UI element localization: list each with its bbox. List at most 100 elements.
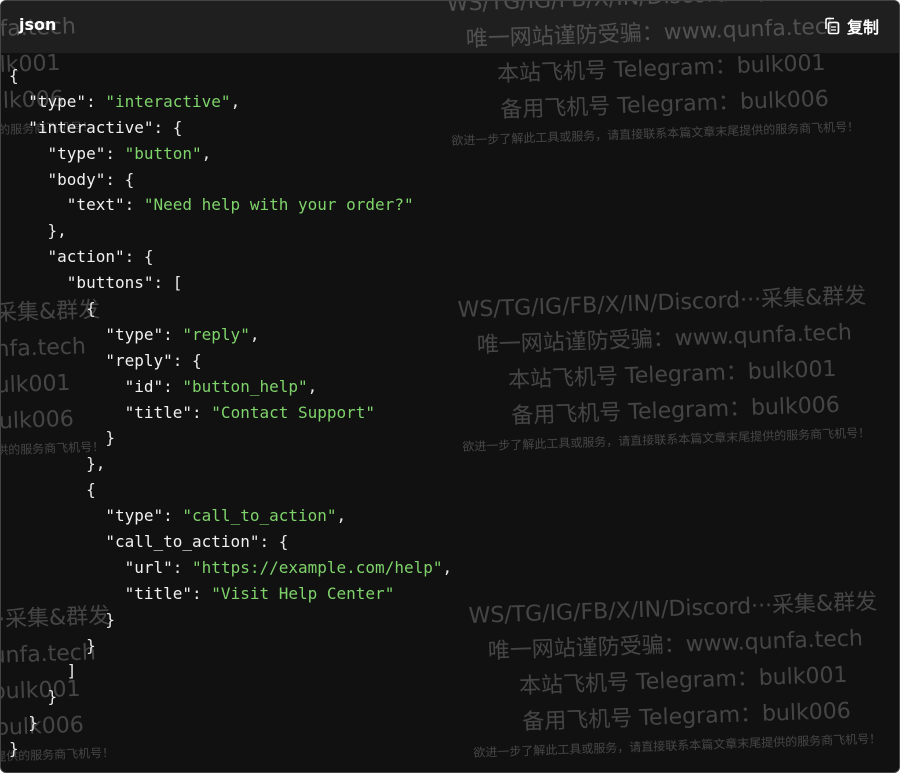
json-key: "title" [124,583,193,603]
watermark-line: 唯一网站谨防受骗：www.qunfa.tech [476,320,853,359]
copy-button[interactable]: 复制 [823,14,879,38]
code-line: } [9,633,452,659]
json-punctuation [9,506,105,525]
code-line: "action": { [9,244,452,270]
code-line: } [9,736,452,762]
code-line: ] [9,658,452,684]
json-key: "body" [47,169,106,189]
code-line: "type": "button", [9,141,452,167]
code-line: "type": "call_to_action", [9,503,452,529]
json-punctuation: : [105,143,125,163]
code-line: } [9,607,452,633]
json-code: { "type": "interactive", "interactive": … [9,63,452,762]
code-line: } [9,684,452,710]
code-line: "title": "Visit Help Center" [9,581,452,607]
json-string: "Visit Help Center" [211,583,395,603]
json-punctuation [9,118,28,137]
code-line: "buttons": [ [9,270,452,296]
json-punctuation [9,325,105,344]
json-punctuation: : { [172,350,202,370]
json-punctuation: } [9,687,58,707]
json-string: "call_to_action" [182,506,337,526]
code-line: }, [9,451,452,477]
json-key: "type" [105,324,164,344]
code-line: "call_to_action": { [9,529,452,555]
json-key: "type" [28,91,87,111]
code-line: { [9,477,452,503]
json-punctuation: : [ [153,273,183,293]
json-key: "action" [47,247,125,267]
json-punctuation: } [9,713,38,733]
code-block: json 复制 WS/TG/IG/FB/X/IN/Discord···采集&群发… [0,0,900,773]
watermark-line: 备用飞机号 Telegram：bulk006 [521,698,852,736]
copy-icon [823,17,841,35]
json-punctuation: ] [9,661,77,681]
watermark-line: WS/TG/IG/FB/X/IN/Discord···采集&群发 [457,283,867,323]
json-punctuation [9,144,48,163]
json-punctuation [9,532,105,551]
watermark-line: 备用飞机号 Telegram：bulk006 [499,86,830,124]
json-punctuation: : { [105,169,135,189]
json-punctuation: , [336,506,347,526]
json-punctuation [9,92,28,111]
json-punctuation [9,247,48,266]
json-punctuation: , [307,376,318,396]
watermark-line: 备用飞机号 Telegram：bulk006 [510,392,841,430]
json-key: "url" [124,557,173,577]
code-line: } [9,425,452,451]
json-punctuation: }, [9,454,106,474]
json-punctuation: , [249,324,260,344]
code-line: { [9,63,452,89]
json-punctuation: : { [153,117,183,137]
json-string: "button_help" [182,376,308,396]
code-line: { [9,296,452,322]
json-punctuation: : [172,557,193,577]
json-key: "title" [124,402,193,422]
json-string: "Need help with your order?" [143,195,414,215]
json-key: "id" [124,376,164,396]
watermark-line: 欲进一步了解此工具或服务，请直接联系本篇文章末尾提供的服务商飞机号！ [473,731,882,760]
language-label: json [19,15,57,34]
code-line: "url": "https://example.com/help", [9,555,453,581]
json-punctuation [9,273,67,292]
json-punctuation [9,403,125,422]
json-string: "Contact Support" [211,402,376,422]
watermark-line: 欲进一步了解此工具或服务，请直接联系本篇文章末尾提供的服务商飞机号！ [451,119,860,148]
json-punctuation: }, [9,221,67,241]
json-key: "reply" [105,350,173,370]
code-line: "title": "Contact Support" [9,400,452,426]
code-line: "reply": { [9,348,452,374]
json-punctuation: { [9,66,19,85]
json-punctuation: : { [124,247,154,267]
json-key: "type" [47,143,106,163]
json-punctuation: , [230,91,241,111]
watermark-line: 唯一网站谨防受骗：www.qunfa.tech [487,626,864,665]
json-punctuation: } [9,428,115,448]
watermark-line: 欲进一步了解此工具或服务，请直接联系本篇文章末尾提供的服务商飞机号！ [462,425,871,454]
json-punctuation: } [9,635,96,655]
json-punctuation: } [9,739,19,759]
json-key: "interactive" [28,117,154,137]
json-punctuation [9,377,125,396]
code-line: "type": "reply", [9,322,452,348]
json-punctuation: } [9,609,115,629]
json-key: "type" [105,506,164,526]
json-punctuation: : [192,583,212,603]
json-punctuation: , [442,557,453,577]
code-header: json 复制 [1,1,899,53]
json-key: "buttons" [66,273,154,293]
json-key: "text" [66,195,125,215]
code-line: "text": "Need help with your order?" [9,192,452,218]
json-punctuation: : [124,195,144,215]
json-punctuation: : [163,506,183,526]
json-punctuation: : [192,402,212,422]
watermark-line: 本站飞机号 Telegram：bulk001 [518,662,848,700]
code-line: "interactive": { [9,115,452,141]
watermark-line: 本站飞机号 Telegram：bulk001 [507,356,837,394]
copy-label: 复制 [846,18,879,37]
json-punctuation: : [163,324,183,344]
json-punctuation: : [86,91,106,111]
json-punctuation [9,170,48,189]
json-punctuation: { [9,299,96,319]
json-key: "call_to_action" [105,532,260,552]
